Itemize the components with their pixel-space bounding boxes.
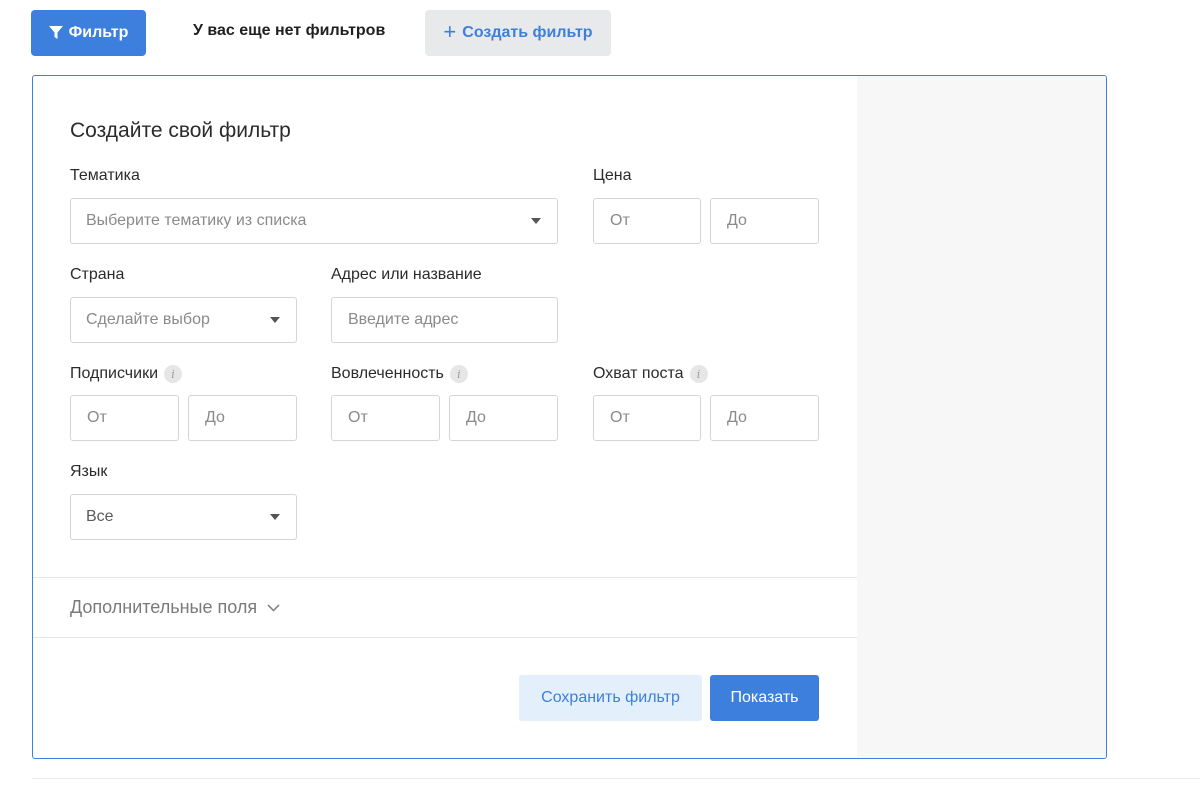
topic-label: Тематика — [70, 167, 140, 185]
language-select[interactable]: Все — [70, 494, 297, 540]
subscribers-label-text: Подписчики — [70, 365, 159, 382]
topic-select[interactable]: Выберите тематику из списка — [70, 198, 558, 244]
reach-label: Охват поста i — [593, 365, 708, 383]
subscribers-to-input[interactable]: До — [188, 395, 297, 441]
price-label: Цена — [593, 167, 631, 185]
reach-to-input[interactable]: До — [710, 395, 819, 441]
info-icon[interactable]: i — [164, 365, 183, 383]
reach-to-placeholder: До — [727, 409, 747, 426]
address-placeholder: Введите адрес — [348, 311, 459, 328]
info-icon[interactable]: i — [689, 365, 708, 383]
price-from-input[interactable]: От — [593, 198, 701, 244]
divider-top — [33, 577, 857, 578]
chevron-down-icon — [267, 603, 280, 612]
filter-button[interactable]: Фильтр — [31, 10, 146, 56]
caret-down-icon — [270, 514, 280, 520]
topic-placeholder: Выберите тематику из списка — [86, 212, 307, 229]
create-filter-label: Создать фильтр — [462, 24, 593, 41]
price-to-placeholder: До — [727, 212, 747, 229]
reach-from-input[interactable]: От — [593, 395, 701, 441]
address-label-text: Адрес или название — [331, 266, 482, 283]
subscribers-to-placeholder: До — [205, 409, 225, 426]
engagement-label: Вовлеченность i — [331, 365, 468, 383]
engagement-from-input[interactable]: От — [331, 395, 440, 441]
price-to-input[interactable]: До — [710, 198, 819, 244]
funnel-icon — [48, 26, 63, 39]
no-filters-text: У вас еще нет фильтров — [193, 22, 386, 39]
country-label-text: Страна — [70, 266, 125, 283]
bottom-divider — [32, 778, 1200, 779]
extra-fields-label: Дополнительные поля — [70, 597, 258, 617]
show-button[interactable]: Показать — [710, 675, 819, 721]
language-label-text: Язык — [70, 463, 108, 480]
show-button-label: Показать — [730, 689, 799, 706]
price-from-placeholder: От — [610, 212, 630, 229]
engagement-to-input[interactable]: До — [449, 395, 558, 441]
reach-label-text: Охват поста — [593, 365, 684, 382]
subscribers-from-input[interactable]: От — [70, 395, 179, 441]
country-placeholder: Сделайте выбор — [86, 311, 210, 328]
address-label: Адрес или название — [331, 266, 482, 284]
subscribers-from-placeholder: От — [87, 409, 107, 426]
side-panel — [857, 76, 1106, 758]
engagement-label-text: Вовлеченность — [331, 365, 444, 382]
engagement-to-placeholder: До — [466, 409, 486, 426]
info-icon[interactable]: i — [449, 365, 468, 383]
engagement-from-placeholder: От — [348, 409, 368, 426]
country-select[interactable]: Сделайте выбор — [70, 297, 297, 343]
caret-down-icon — [531, 218, 541, 224]
country-label: Страна — [70, 266, 124, 284]
filter-button-label: Фильтр — [68, 24, 129, 41]
address-input[interactable]: Введите адрес — [331, 297, 558, 343]
reach-from-placeholder: От — [610, 409, 630, 426]
save-filter-label: Сохранить фильтр — [541, 689, 680, 706]
extra-fields-toggle[interactable]: Дополнительные поля — [70, 597, 280, 618]
price-label-text: Цена — [593, 167, 632, 184]
plus-icon: + — [443, 19, 457, 44]
language-value: Все — [86, 508, 114, 525]
create-filter-button[interactable]: + Создать фильтр — [425, 10, 611, 56]
save-filter-button[interactable]: Сохранить фильтр — [519, 675, 702, 721]
divider-bottom — [33, 637, 857, 638]
top-toolbar: Фильтр У вас еще нет фильтров + Создать … — [0, 0, 1200, 70]
filter-form: Создайте свой фильтр Тематика Выберите т… — [33, 76, 857, 758]
filter-panel: Создайте свой фильтр Тематика Выберите т… — [32, 75, 1107, 759]
subscribers-label: Подписчики i — [70, 365, 183, 383]
panel-title: Создайте свой фильтр — [70, 119, 291, 142]
topic-label-text: Тематика — [70, 167, 140, 184]
caret-down-icon — [270, 317, 280, 323]
language-label: Язык — [70, 463, 107, 481]
